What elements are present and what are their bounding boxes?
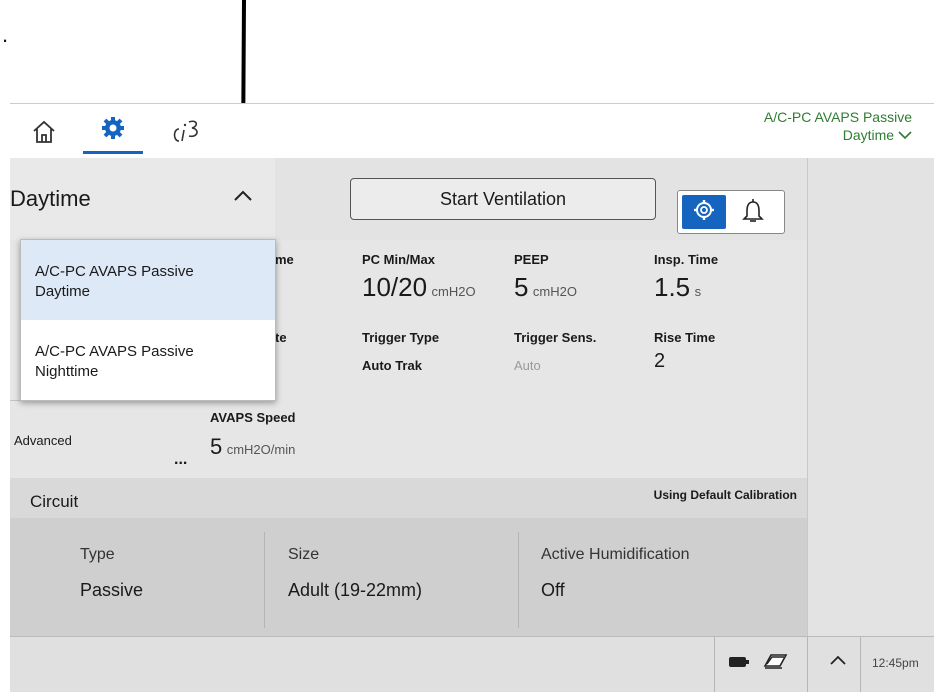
param-value: 5 bbox=[210, 434, 223, 459]
status-bar: 12:45pm bbox=[10, 636, 934, 692]
param-value: 5 bbox=[514, 272, 529, 302]
battery-icon bbox=[728, 655, 750, 674]
circuit-size[interactable]: Size Adult (19-22mm) bbox=[288, 546, 422, 601]
circuit-type[interactable]: Type Passive bbox=[80, 546, 143, 601]
param-label: PEEP bbox=[514, 252, 549, 267]
gear-icon bbox=[100, 115, 126, 146]
param-label: Trigger Sens. bbox=[514, 330, 597, 345]
clock: 12:45pm bbox=[872, 656, 919, 670]
divider bbox=[518, 532, 519, 628]
circuit-humid-label: Active Humidification bbox=[541, 546, 690, 563]
start-ventilation-button[interactable]: Start Ventilation bbox=[350, 178, 656, 220]
parameter-grid: …me L PC Min/Max 10/20 cmH2O PEEP 5 cmH2… bbox=[198, 240, 807, 478]
param-value: Auto Trak bbox=[362, 358, 422, 373]
param-unit: s bbox=[694, 284, 702, 299]
option-mode: A/C-PC AVAPS Passive bbox=[35, 343, 194, 360]
bell-icon bbox=[742, 199, 764, 229]
settings-tab[interactable] bbox=[83, 110, 143, 154]
divider bbox=[714, 637, 715, 692]
ac-power-icon bbox=[762, 651, 788, 676]
dropdown-option-nighttime[interactable]: A/C-PC AVAPS Passive Nighttime bbox=[21, 320, 275, 400]
option-schedule: Nighttime bbox=[35, 363, 99, 380]
param-unit: cmH2O/min bbox=[226, 442, 296, 457]
param-unit: cmH2O bbox=[431, 284, 476, 299]
param-rise-time[interactable]: Rise Time 2 bbox=[650, 320, 800, 400]
param-pc-min-max[interactable]: PC Min/Max 10/20 cmH2O bbox=[358, 240, 508, 320]
param-value: 2 bbox=[654, 350, 666, 372]
more-icon: ... bbox=[174, 451, 188, 468]
circuit-humidification[interactable]: Active Humidification Off bbox=[541, 546, 690, 601]
param-avaps-speed[interactable]: AVAPS Speed 5 cmH2O/min bbox=[198, 400, 398, 478]
active-mode-selector[interactable]: A/C-PC AVAPS Passive Daytime bbox=[764, 108, 912, 144]
param-value: Auto bbox=[514, 358, 541, 373]
chevron-up-icon[interactable] bbox=[232, 188, 254, 209]
advanced-settings-button[interactable]: Advanced ... bbox=[10, 400, 199, 479]
param-label: Insp. Time bbox=[654, 252, 719, 267]
circuit-size-label: Size bbox=[288, 546, 320, 563]
param-label: PC Min/Max bbox=[362, 252, 435, 267]
circuit-humid-value: Off bbox=[541, 580, 565, 600]
divider bbox=[807, 637, 808, 692]
alarms-view-button[interactable] bbox=[742, 199, 764, 230]
option-mode: A/C-PC AVAPS Passive bbox=[35, 263, 194, 280]
mode-schedule: Daytime bbox=[842, 127, 895, 143]
divider bbox=[860, 637, 861, 692]
prescription-label: Daytime bbox=[10, 186, 91, 211]
calibration-status: Using Default Calibration bbox=[653, 488, 797, 502]
circuit-header: Circuit Using Default Calibration bbox=[10, 478, 807, 518]
chevron-down-icon bbox=[898, 127, 912, 143]
circuit-type-label: Type bbox=[80, 546, 115, 563]
mode-name: A/C-PC AVAPS Passive bbox=[763, 109, 912, 125]
gear-icon bbox=[692, 198, 716, 227]
param-insp-time[interactable]: Insp. Time 1.5 s bbox=[650, 240, 800, 320]
chevron-up-icon[interactable] bbox=[828, 653, 848, 672]
view-toggle bbox=[677, 190, 785, 234]
param-value: 1.5 bbox=[654, 272, 691, 302]
advanced-label: Advanced bbox=[14, 433, 72, 448]
prescription-selector[interactable]: Daytime bbox=[10, 158, 276, 240]
dropdown-option-daytime[interactable]: A/C-PC AVAPS Passive Daytime bbox=[21, 240, 275, 320]
top-bar: A/C-PC AVAPS Passive Daytime bbox=[10, 103, 934, 159]
divider bbox=[264, 532, 265, 628]
param-value: 10/20 bbox=[362, 272, 428, 302]
option-schedule: Daytime bbox=[35, 283, 91, 300]
param-trigger-type[interactable]: Trigger Type Auto Trak bbox=[358, 320, 508, 400]
home-icon[interactable] bbox=[22, 110, 66, 154]
settings-view-button[interactable] bbox=[682, 195, 726, 229]
param-label: Trigger Type bbox=[362, 330, 440, 345]
param-peep[interactable]: PEEP 5 cmH2O bbox=[510, 240, 650, 320]
prescription-dropdown: A/C-PC AVAPS Passive Daytime A/C-PC AVAP… bbox=[20, 239, 276, 401]
param-label: AVAPS Speed bbox=[210, 410, 296, 425]
param-trigger-sens[interactable]: Trigger Sens. Auto bbox=[510, 320, 650, 400]
right-sidebar bbox=[807, 158, 934, 636]
care-orchestrator-icon[interactable] bbox=[160, 110, 214, 154]
circuit-size-value: Adult (19-22mm) bbox=[288, 580, 423, 600]
circuit-title: Circuit bbox=[30, 492, 79, 511]
param-unit: cmH2O bbox=[532, 284, 577, 299]
param-label: Rise Time bbox=[654, 330, 716, 345]
circuit-type-value: Passive bbox=[80, 580, 144, 600]
